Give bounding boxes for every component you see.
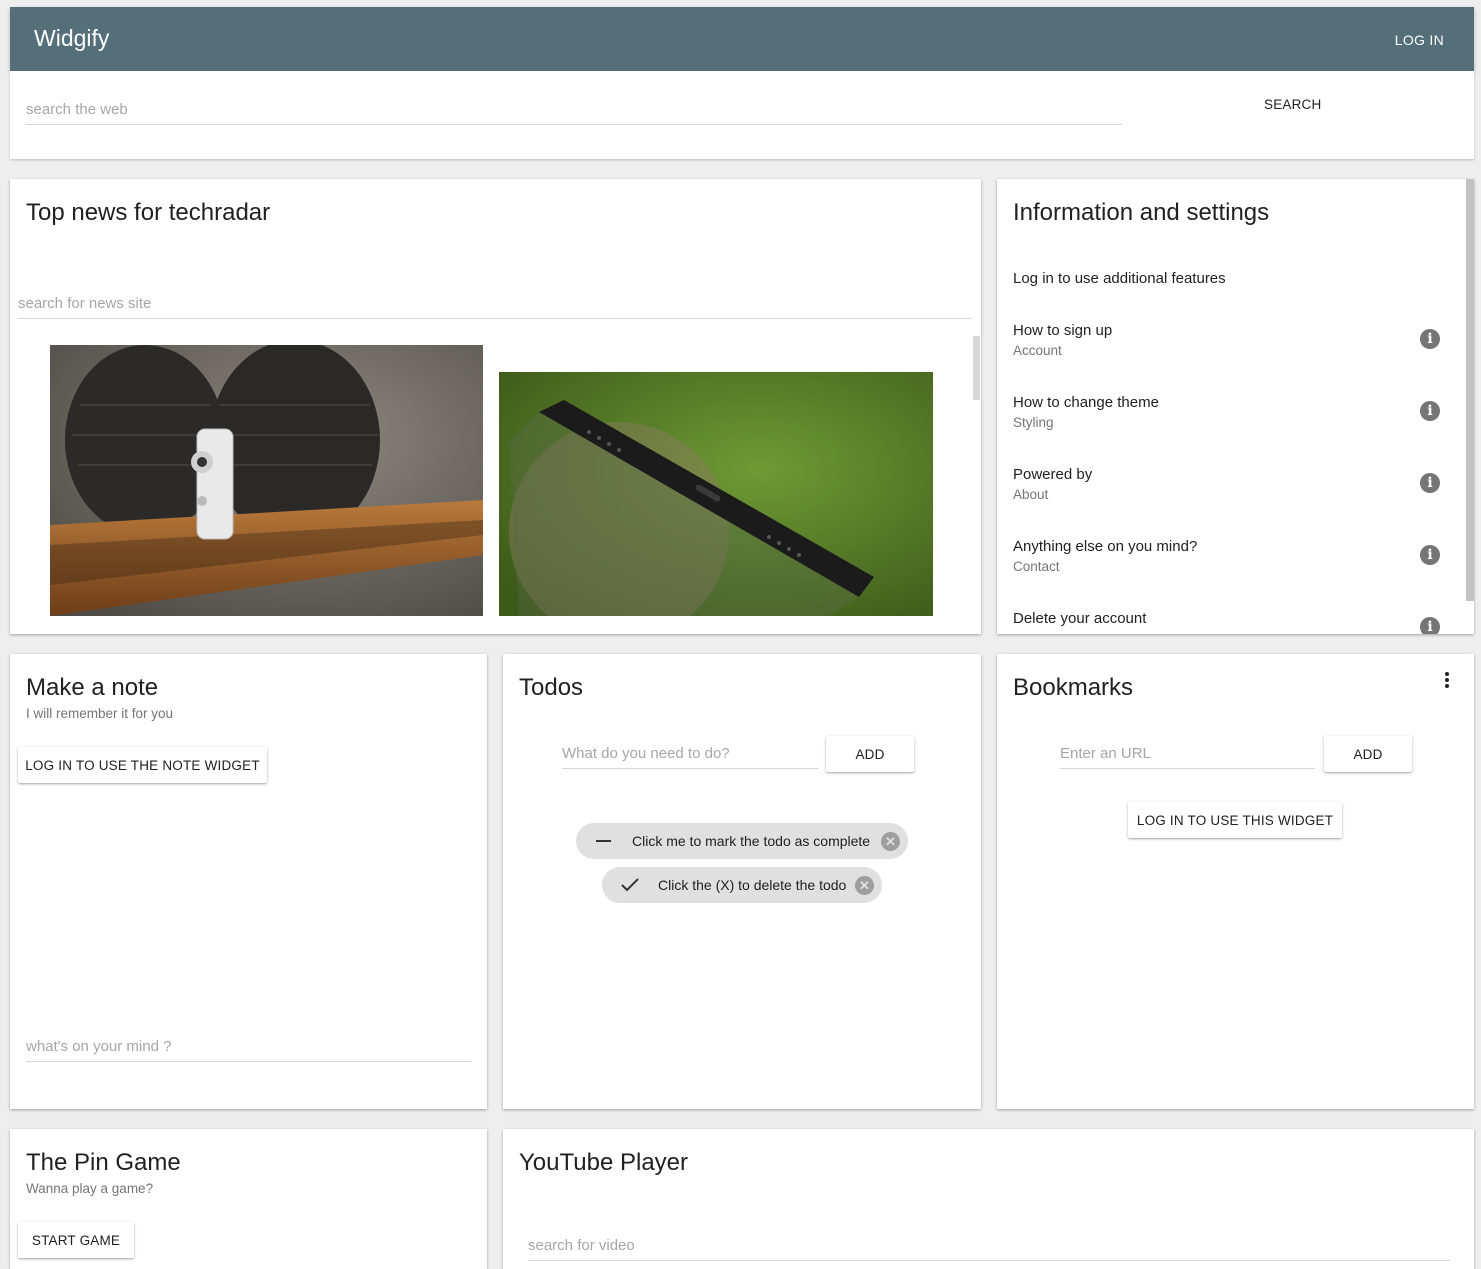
- info-item-subtitle: Styling: [1013, 415, 1054, 430]
- youtube-card: YouTube Player: [503, 1129, 1474, 1269]
- info-item-title: Delete your account: [1013, 610, 1147, 627]
- bookmarks-card: Bookmarks ADD LOG IN TO USE THIS WIDGET: [997, 654, 1474, 1109]
- info-icon[interactable]: i: [1420, 545, 1440, 565]
- info-icon[interactable]: i: [1420, 329, 1440, 349]
- login-button[interactable]: LOG IN: [1395, 32, 1444, 48]
- todo-chip[interactable]: Click me to mark the todo as complete ✕: [576, 823, 908, 859]
- note-card: Make a note I will remember it for you L…: [10, 654, 487, 1109]
- info-item-title: Powered by: [1013, 466, 1093, 483]
- bookmarks-title: Bookmarks: [1013, 674, 1134, 701]
- bookmark-login-button[interactable]: LOG IN TO USE THIS WIDGET: [1128, 802, 1342, 838]
- web-search-card: SEARCH: [10, 71, 1474, 159]
- todo-chip[interactable]: Click the (X) to delete the todo ✕: [602, 867, 882, 903]
- news-article-image[interactable]: [50, 345, 483, 616]
- home-camera-photo: [50, 345, 483, 616]
- news-article-image[interactable]: [499, 372, 933, 616]
- news-scrollbar[interactable]: [973, 336, 980, 400]
- info-scrollbar[interactable]: [1466, 179, 1474, 601]
- todos-card: Todos ADD Click me to mark the todo as c…: [503, 654, 981, 1109]
- app-bar: Widgify LOG IN: [10, 7, 1474, 71]
- info-settings-card: Information and settings Log in to use a…: [997, 179, 1474, 634]
- note-title: Make a note: [26, 674, 159, 701]
- todo-input[interactable]: [562, 745, 818, 769]
- check-icon: [621, 878, 639, 892]
- info-item-subtitle: About: [1013, 487, 1049, 502]
- todos-title: Todos: [519, 674, 584, 701]
- info-item[interactable]: How to sign up Account i: [997, 315, 1466, 375]
- info-item-title: How to change theme: [1013, 394, 1159, 411]
- minus-icon: [596, 840, 611, 842]
- info-item[interactable]: Anything else on you mind? Contact i: [997, 531, 1466, 591]
- pin-game-title: The Pin Game: [26, 1149, 181, 1176]
- delete-icon[interactable]: ✕: [881, 832, 900, 851]
- info-item-subtitle: Account: [1013, 343, 1062, 358]
- todo-add-button[interactable]: ADD: [826, 736, 914, 772]
- note-subtitle: I will remember it for you: [26, 706, 174, 721]
- news-card: Top news for techradar: [10, 179, 981, 634]
- info-item[interactable]: How to change theme Styling i: [997, 387, 1466, 447]
- note-login-button[interactable]: LOG IN TO USE THE NOTE WIDGET: [18, 747, 267, 783]
- pin-game-subtitle: Wanna play a game?: [26, 1181, 154, 1196]
- news-title: Top news for techradar: [26, 199, 271, 226]
- news-site-search-input[interactable]: [18, 295, 972, 319]
- app-title: Widgify: [34, 25, 110, 51]
- web-search-button[interactable]: SEARCH: [1264, 97, 1321, 112]
- delete-icon[interactable]: ✕: [855, 876, 874, 895]
- info-icon[interactable]: i: [1420, 473, 1440, 493]
- info-icon[interactable]: i: [1420, 617, 1440, 634]
- todo-text: Click me to mark the todo as complete: [632, 833, 871, 849]
- smartphone-edge-photo: [499, 372, 933, 616]
- info-item[interactable]: Delete your account i: [997, 603, 1466, 634]
- info-item-subtitle: Contact: [1013, 559, 1060, 574]
- info-icon[interactable]: i: [1420, 401, 1440, 421]
- info-item[interactable]: Powered by About i: [997, 459, 1466, 519]
- youtube-title: YouTube Player: [519, 1149, 689, 1176]
- note-input[interactable]: [26, 1038, 471, 1062]
- info-item-title: How to sign up: [1013, 322, 1113, 339]
- pin-game-card: The Pin Game Wanna play a game? START GA…: [10, 1129, 487, 1269]
- info-title: Information and settings: [1013, 199, 1270, 226]
- web-search-input[interactable]: [26, 101, 1122, 125]
- info-intro: Log in to use additional features: [1013, 270, 1226, 287]
- start-game-button[interactable]: START GAME: [18, 1222, 134, 1258]
- info-item-title: Anything else on you mind?: [1013, 538, 1198, 555]
- bookmark-add-button[interactable]: ADD: [1324, 736, 1412, 772]
- more-vert-icon[interactable]: [1444, 672, 1450, 690]
- bookmark-url-input[interactable]: [1060, 745, 1315, 769]
- video-search-input[interactable]: [528, 1237, 1450, 1261]
- todo-text: Click the (X) to delete the todo: [658, 877, 847, 893]
